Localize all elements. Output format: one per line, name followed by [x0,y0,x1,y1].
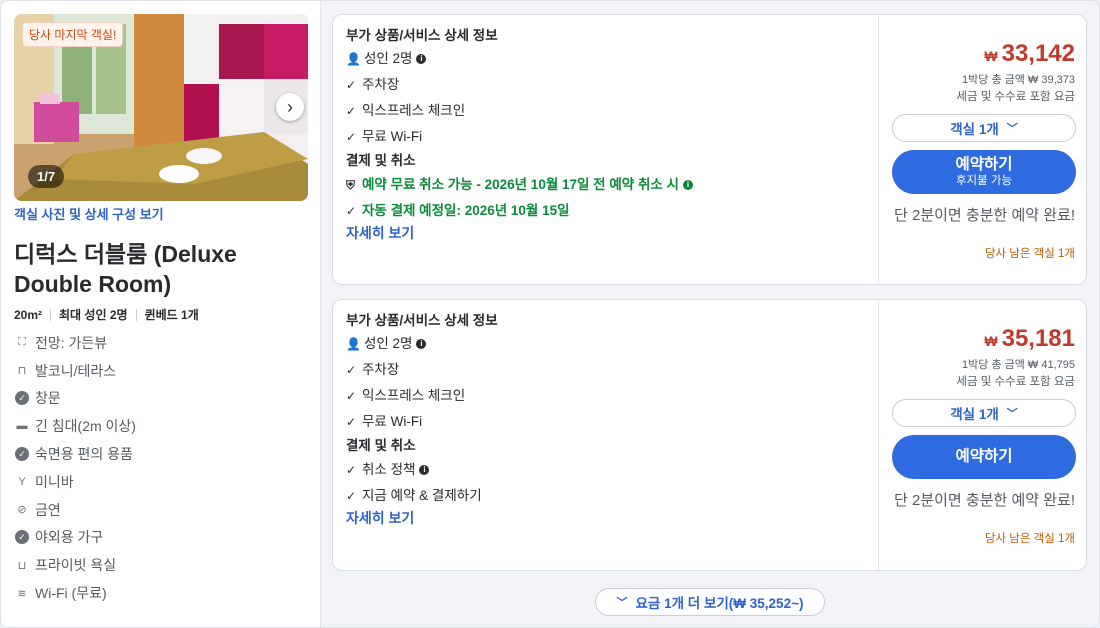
amenity-list: ⛶ 전망: 가든뷰 ⊓ 발코니/테라스 ✓ 창문 ▬ 긴 침대(2m 이상) ✓ 숙면용 … [14,329,136,607]
feature-item: ✓ 익스프레스 체크인 [346,98,871,124]
bathtub-icon: ⊔ [17,559,27,572]
room-count-select[interactable]: 객실 1개 ﹀ [892,114,1076,142]
photo-counter: 1/7 [28,165,65,188]
divider [50,308,52,321]
amenity-item: ✓ 숙면용 편의 용품 [14,440,136,468]
next-photo-button[interactable]: › [276,93,304,121]
shield-icon: ⛨ [346,178,356,192]
pay-date-info: ✓ 자동 결제 예정일: 2026년 10월 15일 [346,198,871,224]
feature-item: ✓ 주차장 [346,357,871,383]
no-smoking-icon: ⊘ [17,504,27,517]
price: ₩35,181 [984,325,1075,352]
show-more-rates-button[interactable]: ﹀ 요금 1개 더 보기(₩ 35,252~) [595,588,825,616]
info-icon[interactable]: i [419,465,430,475]
info-icon[interactable]: i [416,339,427,349]
rate-offer-card: 부가 상품/서비스 상세 정보 👤 성인 2명 i ✓ 주차장 ✓ 익스프레스 체크… [332,14,1087,285]
balcony-icon: ⊓ [17,365,27,378]
price-column: ₩33,142 1박당 총 금액 ₩ 39,373 세금 및 수수료 포함 요금… [879,15,1087,284]
amenity-item: ▬ 긴 침대(2m 이상) [16,418,136,435]
check-circle-icon: ✓ [15,447,29,462]
room-photo[interactable]: 당사 마지막 객실! 1/7 › [14,14,308,201]
offer-details: 부가 상품/서비스 상세 정보 👤 성인 2명 i ✓ 주차장 ✓ 익스프레스 체크… [346,26,871,246]
per-night-total: 1박당 총 금액 ₩ 39,373 [962,74,1075,86]
rooms-left-note: 당사 남은 객실 1개 [984,248,1075,260]
book-button[interactable]: 예약하기 후지불 가능 [892,150,1076,194]
rooms-left-note: 당사 남은 객실 1개 [984,533,1075,545]
check-icon: ✓ [346,78,357,92]
room-size: 20m² [14,307,43,322]
per-night-total: 1박당 총 금액 ₩ 41,795 [962,359,1075,371]
check-icon: ✓ [346,104,357,118]
amenity-item: Y 미니바 [14,468,136,496]
feature-item: ✓ 무료 Wi-Fi [346,409,871,435]
person-icon: 👤 [346,52,361,66]
section-title: 부가 상품/서비스 상세 정보 [346,313,498,328]
amenity-item: ✓ 야외용 가구 [14,524,136,552]
check-icon: ✓ [346,415,357,429]
check-icon: ✓ [346,489,357,503]
bed-icon: ▬ [16,420,28,433]
photo-details-link[interactable]: 객실 사진 및 상세 구성 보기 [14,204,164,223]
promo-text: 단 2분이면 충분한 예약 완료! [894,207,1075,224]
bed-type: 퀸베드 1개 [144,308,199,322]
check-icon: ✓ [346,363,357,377]
section-title: 부가 상품/서비스 상세 정보 [346,28,498,43]
price: ₩33,142 [984,40,1075,67]
room-rate-panel: 당사 마지막 객실! 1/7 › 객실 사진 및 상세 구성 보기 디럭스 더블… [0,0,1100,628]
guest-count: 👤 성인 2명 i [346,46,871,72]
chevron-down-icon: ﹀ [616,597,628,609]
feature-item: ✓ 주차장 [346,72,871,98]
cancel-policy: ✓ 취소 정책 i [346,457,871,483]
info-icon[interactable]: i [416,54,427,64]
chevron-down-icon: ﹀ [1006,123,1018,135]
see-details-link[interactable]: 자세히 보기 [346,224,871,246]
last-room-badge: 당사 마지막 객실! [22,22,124,47]
wifi-icon: ≋ [17,587,27,600]
book-button[interactable]: 예약하기 [892,435,1076,479]
check-circle-icon: ✓ [15,391,29,406]
chevron-right-icon: › [287,96,293,117]
amenity-item: ⊓ 발코니/테라스 [14,357,136,385]
divider [135,308,137,321]
tax-note: 세금 및 수수료 포함 요금 [956,91,1075,103]
info-icon[interactable]: i [682,180,693,190]
free-cancel-info: ⛨ 예약 무료 취소 가능 - 2026년 10월 17일 전 예약 취소 시 … [346,172,871,198]
check-icon: ✓ [346,130,357,144]
amenity-item: ⊔ 프라이빗 욕실 [14,551,136,579]
check-icon: ✓ [346,389,357,403]
payment-title: 결제 및 취소 [346,153,416,168]
check-circle-icon: ✓ [15,530,29,545]
pay-now-info: ✓ 지금 예약 & 결제하기 [346,483,871,509]
max-guests: 최대 성인 2명 [59,308,128,322]
room-meta: 20m² 최대 성인 2명 퀸베드 1개 [14,306,199,323]
room-summary: 당사 마지막 객실! 1/7 › 객실 사진 및 상세 구성 보기 디럭스 더블… [1,1,321,627]
check-icon: ✓ [346,204,357,218]
feature-item: ✓ 익스프레스 체크인 [346,383,871,409]
tax-note: 세금 및 수수료 포함 요금 [956,376,1075,388]
offer-details: 부가 상품/서비스 상세 정보 👤 성인 2명 i ✓ 주차장 ✓ 익스프레스 체크… [346,311,871,531]
see-details-link[interactable]: 자세히 보기 [346,509,871,531]
guest-count: 👤 성인 2명 i [346,331,871,357]
check-icon: ✓ [346,463,357,477]
payment-title: 결제 및 취소 [346,438,416,453]
chevron-down-icon: ﹀ [1006,408,1018,420]
promo-text: 단 2분이면 충분한 예약 완료! [894,492,1075,509]
person-icon: 👤 [346,337,361,351]
room-count-select[interactable]: 객실 1개 ﹀ [892,399,1076,427]
room-title: 디럭스 더블룸 (Deluxe Double Room) [14,241,237,297]
amenity-item: ⛶ 전망: 가든뷰 [14,329,136,357]
amenity-item: ⊘ 금연 [14,496,136,524]
cocktail-icon: Y [18,475,26,488]
amenity-item: ✓ 창문 [14,385,136,413]
view-icon: ⛶ [18,336,26,349]
price-column: ₩35,181 1박당 총 금액 ₩ 41,795 세금 및 수수료 포함 요금… [879,300,1087,570]
feature-item: ✓ 무료 Wi-Fi [346,124,871,150]
amenity-item: ≋ Wi-Fi (무료) [14,579,136,607]
rate-offer-card: 부가 상품/서비스 상세 정보 👤 성인 2명 i ✓ 주차장 ✓ 익스프레스 체크… [332,299,1087,571]
